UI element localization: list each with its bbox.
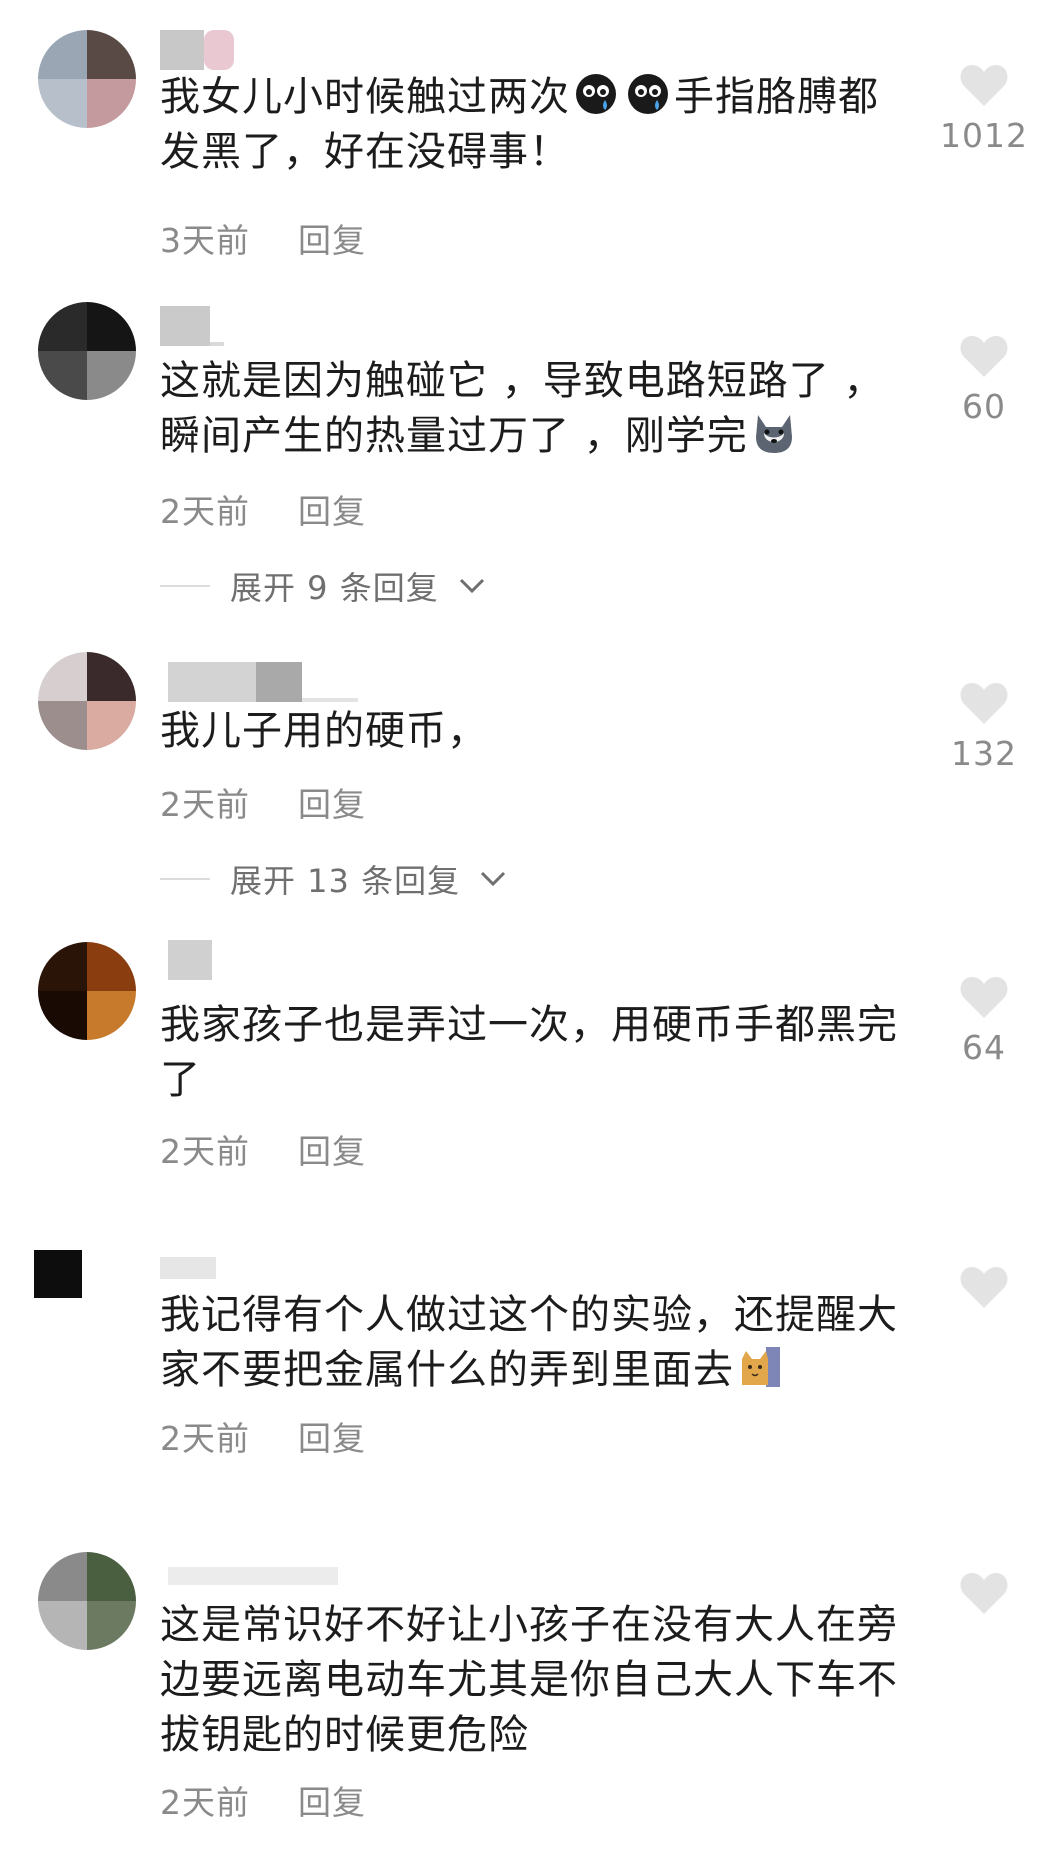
avatar[interactable] — [38, 652, 136, 750]
comment-text-part: 我记得有个人做过这个的实验，还提醒大家不要把金属什么的弄到里面去 — [160, 1292, 898, 1393]
comment-meta: 3天前 回复 — [160, 214, 366, 262]
avatar[interactable] — [38, 30, 136, 128]
avatar[interactable] — [34, 1250, 82, 1298]
avatar[interactable] — [38, 942, 136, 1040]
like-button[interactable]: 64 — [929, 974, 1039, 1067]
comment-meta: 2天前 回复 — [160, 778, 366, 826]
reply-button[interactable]: 回复 — [298, 778, 366, 826]
avatar[interactable] — [38, 302, 136, 400]
expand-replies-button[interactable]: 展开 13 条回复 — [160, 856, 506, 902]
comment-time: 2天前 — [160, 1419, 250, 1458]
reply-button[interactable]: 回复 — [298, 1776, 366, 1824]
username-blurred[interactable] — [168, 662, 358, 702]
expand-replies-label: 展开 13 条回复 — [230, 862, 461, 900]
username-blurred[interactable] — [160, 30, 234, 70]
crying-face-emoji — [628, 74, 668, 114]
comment-meta: 2天前 回复 — [160, 1125, 366, 1173]
comment-text-part: 我儿子用的硬币， — [160, 708, 488, 754]
like-button[interactable] — [929, 1570, 1039, 1624]
comment-text-part: 我家孩子也是弄过一次，用硬币手都黑完了 — [160, 1002, 898, 1103]
comment-text: 这就是因为触碰它 ，导致电路短路了 ，瞬间产生的热量过万了 ，刚学完 — [160, 354, 900, 464]
cat-peeking-emoji — [742, 1347, 780, 1387]
expand-replies-button[interactable]: 展开 9 条回复 — [160, 563, 485, 609]
comment-time: 2天前 — [160, 785, 250, 824]
like-button[interactable]: 60 — [929, 333, 1039, 426]
comment-text: 我女儿小时候触过两次 手指胳膊都发黑了，好在没碍事！ — [160, 70, 900, 180]
username-blurred[interactable] — [168, 940, 212, 980]
crying-face-emoji — [576, 74, 616, 114]
heart-icon — [960, 977, 1008, 1018]
comment-text: 这是常识好不好让小孩子在没有大人在旁边要远离电动车尤其是你自己大人下车不拔钥匙的… — [160, 1598, 900, 1763]
comment-meta: 2天前 回复 — [160, 1776, 366, 1824]
comment-text-part: 我女儿小时候触过两次 — [160, 74, 570, 120]
like-button[interactable] — [929, 1264, 1039, 1318]
comment-text-part: 这是常识好不好让小孩子在没有大人在旁边要远离电动车尤其是你自己大人下车不拔钥匙的… — [160, 1602, 898, 1758]
comment-text: 我家孩子也是弄过一次，用硬币手都黑完了 — [160, 998, 900, 1108]
chevron-down-icon — [459, 578, 484, 594]
expand-divider — [160, 878, 210, 880]
like-button[interactable]: 132 — [929, 680, 1039, 773]
comment-meta: 2天前 回复 — [160, 1412, 366, 1460]
reply-button[interactable]: 回复 — [298, 214, 366, 262]
heart-icon — [960, 1573, 1008, 1614]
heart-icon — [960, 336, 1008, 377]
username-blurred[interactable] — [168, 1556, 338, 1596]
comment-time: 2天前 — [160, 1783, 250, 1822]
reply-button[interactable]: 回复 — [298, 485, 366, 533]
comment-text: 我记得有个人做过这个的实验，还提醒大家不要把金属什么的弄到里面去 — [160, 1288, 900, 1398]
comment-time: 2天前 — [160, 492, 250, 531]
heart-icon — [960, 1267, 1008, 1308]
like-button[interactable]: 1012 — [929, 62, 1039, 155]
chevron-down-icon — [481, 871, 506, 887]
username-blurred[interactable] — [160, 306, 224, 346]
avatar[interactable] — [38, 1552, 136, 1650]
like-count: 64 — [962, 1028, 1006, 1067]
comment-time: 3天前 — [160, 221, 250, 260]
like-count: 132 — [951, 734, 1017, 773]
heart-icon — [960, 683, 1008, 724]
comment-meta: 2天前 回复 — [160, 485, 366, 533]
husky-dog-emoji — [755, 415, 792, 453]
reply-button[interactable]: 回复 — [298, 1125, 366, 1173]
like-count: 1012 — [940, 116, 1028, 155]
heart-icon — [960, 65, 1008, 106]
comment-time: 2天前 — [160, 1132, 250, 1171]
like-count: 60 — [962, 387, 1006, 426]
username-blurred[interactable] — [160, 1248, 216, 1288]
comment-text: 我儿子用的硬币， — [160, 704, 900, 759]
expand-replies-label: 展开 9 条回复 — [230, 569, 439, 607]
reply-button[interactable]: 回复 — [298, 1412, 366, 1460]
expand-divider — [160, 585, 210, 587]
